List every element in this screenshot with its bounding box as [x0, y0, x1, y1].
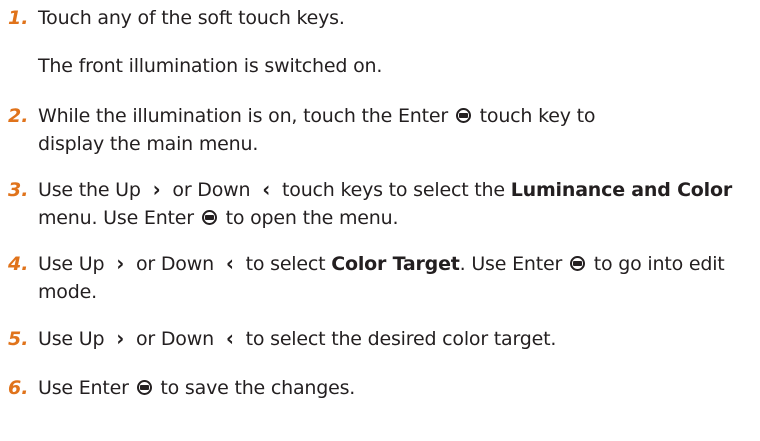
enter-key-icon: [455, 108, 471, 123]
step-text: Use the Up › or Down ‹ touch keys to sel…: [38, 176, 760, 232]
text-part: or Down: [172, 179, 251, 201]
enter-key-icon: [201, 210, 217, 225]
step-text: Touch any of the soft touch keys.: [38, 7, 345, 29]
text-part: to select the desired color target.: [245, 328, 557, 350]
enter-key-icon: [136, 380, 152, 395]
step-number: 2.: [8, 105, 29, 127]
step-text: While the illumination is on, touch the …: [38, 102, 658, 158]
text-part: to open the menu.: [225, 207, 399, 229]
text-part: touch keys to select the: [282, 179, 505, 201]
step-text: Use Up › or Down ‹ to select the desired…: [38, 325, 760, 353]
text-part: or Down: [136, 253, 214, 275]
step-number: 5.: [8, 328, 29, 350]
menu-name: Luminance and Color: [510, 179, 732, 201]
text-part: Use Enter: [38, 377, 129, 399]
text-part: While the illumination is on, touch the …: [38, 105, 448, 127]
down-chevron-icon: ‹: [225, 326, 234, 352]
instruction-page: 1. Touch any of the soft touch keys. The…: [0, 0, 760, 441]
text-part: . Use Enter: [459, 253, 563, 275]
text-part: to select: [245, 253, 326, 275]
down-chevron-icon: ‹: [262, 177, 270, 203]
enter-key-icon: [569, 256, 585, 271]
text-part: Use Up: [38, 328, 105, 350]
step-result: The front illumination is switched on.: [38, 55, 383, 77]
step-text: Use Enter to save the changes.: [38, 374, 760, 402]
text-part: or Down: [136, 328, 214, 350]
text-part: Use the Up: [38, 179, 141, 201]
step-number: 3.: [8, 179, 29, 201]
up-chevron-icon: ›: [152, 177, 161, 203]
text-part: to save the changes.: [160, 377, 356, 399]
up-chevron-icon: ›: [116, 326, 124, 352]
text-part: menu. Use Enter: [38, 207, 194, 229]
up-chevron-icon: ›: [116, 251, 124, 277]
step-number: 6.: [8, 377, 29, 399]
step-text: Use Up › or Down ‹ to select Color Targe…: [38, 250, 760, 306]
down-chevron-icon: ‹: [225, 251, 234, 277]
step-number: 4.: [8, 253, 29, 275]
step-number: 1.: [8, 7, 29, 29]
menu-item-name: Color Target: [331, 253, 460, 275]
text-part: Use Up: [38, 253, 105, 275]
